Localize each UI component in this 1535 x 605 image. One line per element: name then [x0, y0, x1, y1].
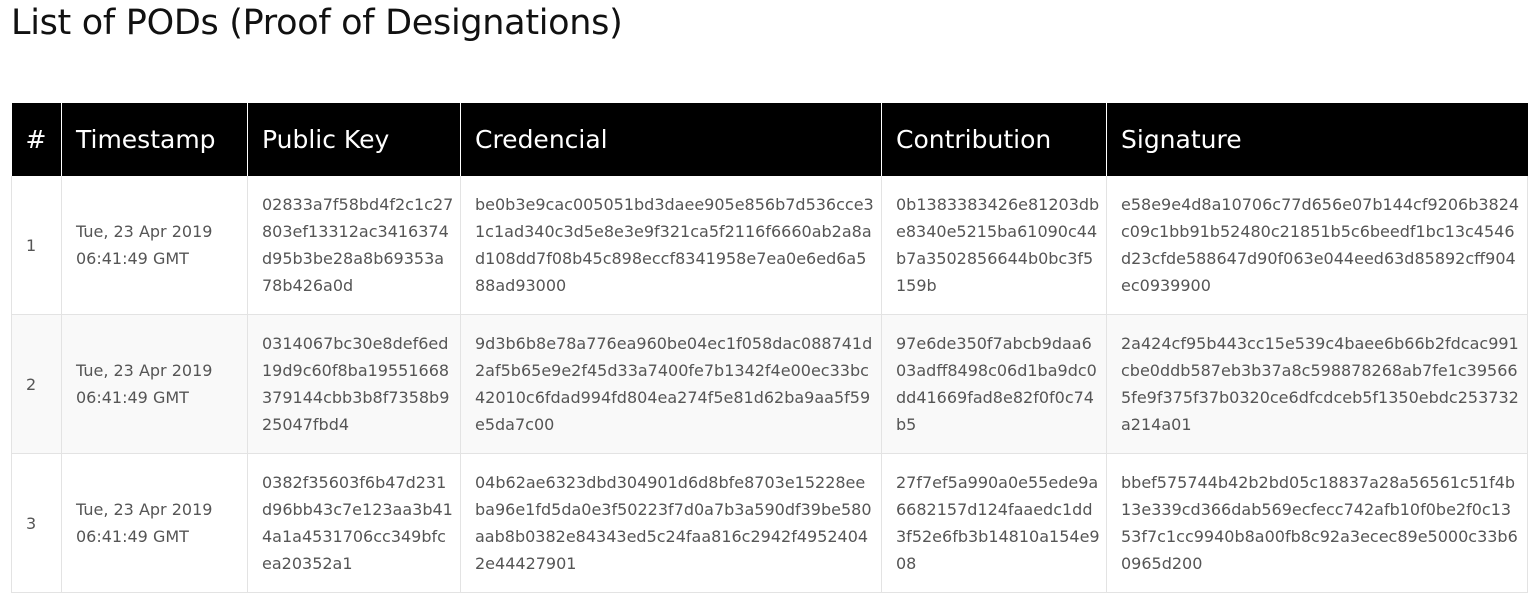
cell-contribution: 0b1383383426e81203dbe8340e5215ba61090c44…	[881, 176, 1107, 315]
cell-timestamp: Tue, 23 Apr 2019 06:41:49 GMT	[61, 176, 248, 315]
page-title: List of PODs (Proof of Designations)	[11, 3, 623, 43]
cell-timestamp: Tue, 23 Apr 2019 06:41:49 GMT	[61, 453, 248, 593]
cell-credencial: 04b62ae6323dbd304901d6d8bfe8703e15228eeb…	[460, 453, 882, 593]
header-contribution: Contribution	[881, 103, 1107, 176]
pods-table: # Timestamp Public Key Credencial Contri…	[11, 103, 1528, 593]
table-row: 3 Tue, 23 Apr 2019 06:41:49 GMT 0382f356…	[11, 453, 1528, 593]
header-credencial: Credencial	[460, 103, 882, 176]
cell-public-key: 0314067bc30e8def6ed19d9c60f8ba1955166837…	[247, 314, 461, 454]
cell-contribution: 27f7ef5a990a0e55ede9a6682157d124faaedc1d…	[881, 453, 1107, 593]
cell-public-key: 0382f35603f6b47d231d96bb43c7e123aa3b414a…	[247, 453, 461, 593]
cell-number: 2	[11, 314, 62, 454]
cell-credencial: be0b3e9cac005051bd3daee905e856b7d536cce3…	[460, 176, 882, 315]
cell-signature: e58e9e4d8a10706c77d656e07b144cf9206b3824…	[1106, 176, 1528, 315]
cell-timestamp: Tue, 23 Apr 2019 06:41:49 GMT	[61, 314, 248, 454]
cell-number: 1	[11, 176, 62, 315]
cell-signature: bbef575744b42b2bd05c18837a28a56561c51f4b…	[1106, 453, 1528, 593]
table-row: 2 Tue, 23 Apr 2019 06:41:49 GMT 0314067b…	[11, 314, 1528, 454]
cell-contribution: 97e6de350f7abcb9daa603adff8498c06d1ba9dc…	[881, 314, 1107, 454]
cell-public-key: 02833a7f58bd4f2c1c27803ef13312ac3416374d…	[247, 176, 461, 315]
header-timestamp: Timestamp	[61, 103, 248, 176]
header-public-key: Public Key	[247, 103, 461, 176]
table-header-row: # Timestamp Public Key Credencial Contri…	[11, 103, 1528, 176]
header-signature: Signature	[1106, 103, 1528, 176]
cell-credencial: 9d3b6b8e78a776ea960be04ec1f058dac088741d…	[460, 314, 882, 454]
cell-number: 3	[11, 453, 62, 593]
table-row: 1 Tue, 23 Apr 2019 06:41:49 GMT 02833a7f…	[11, 176, 1528, 315]
cell-signature: 2a424cf95b443cc15e539c4baee6b66b2fdcac99…	[1106, 314, 1528, 454]
header-number: #	[11, 103, 62, 176]
